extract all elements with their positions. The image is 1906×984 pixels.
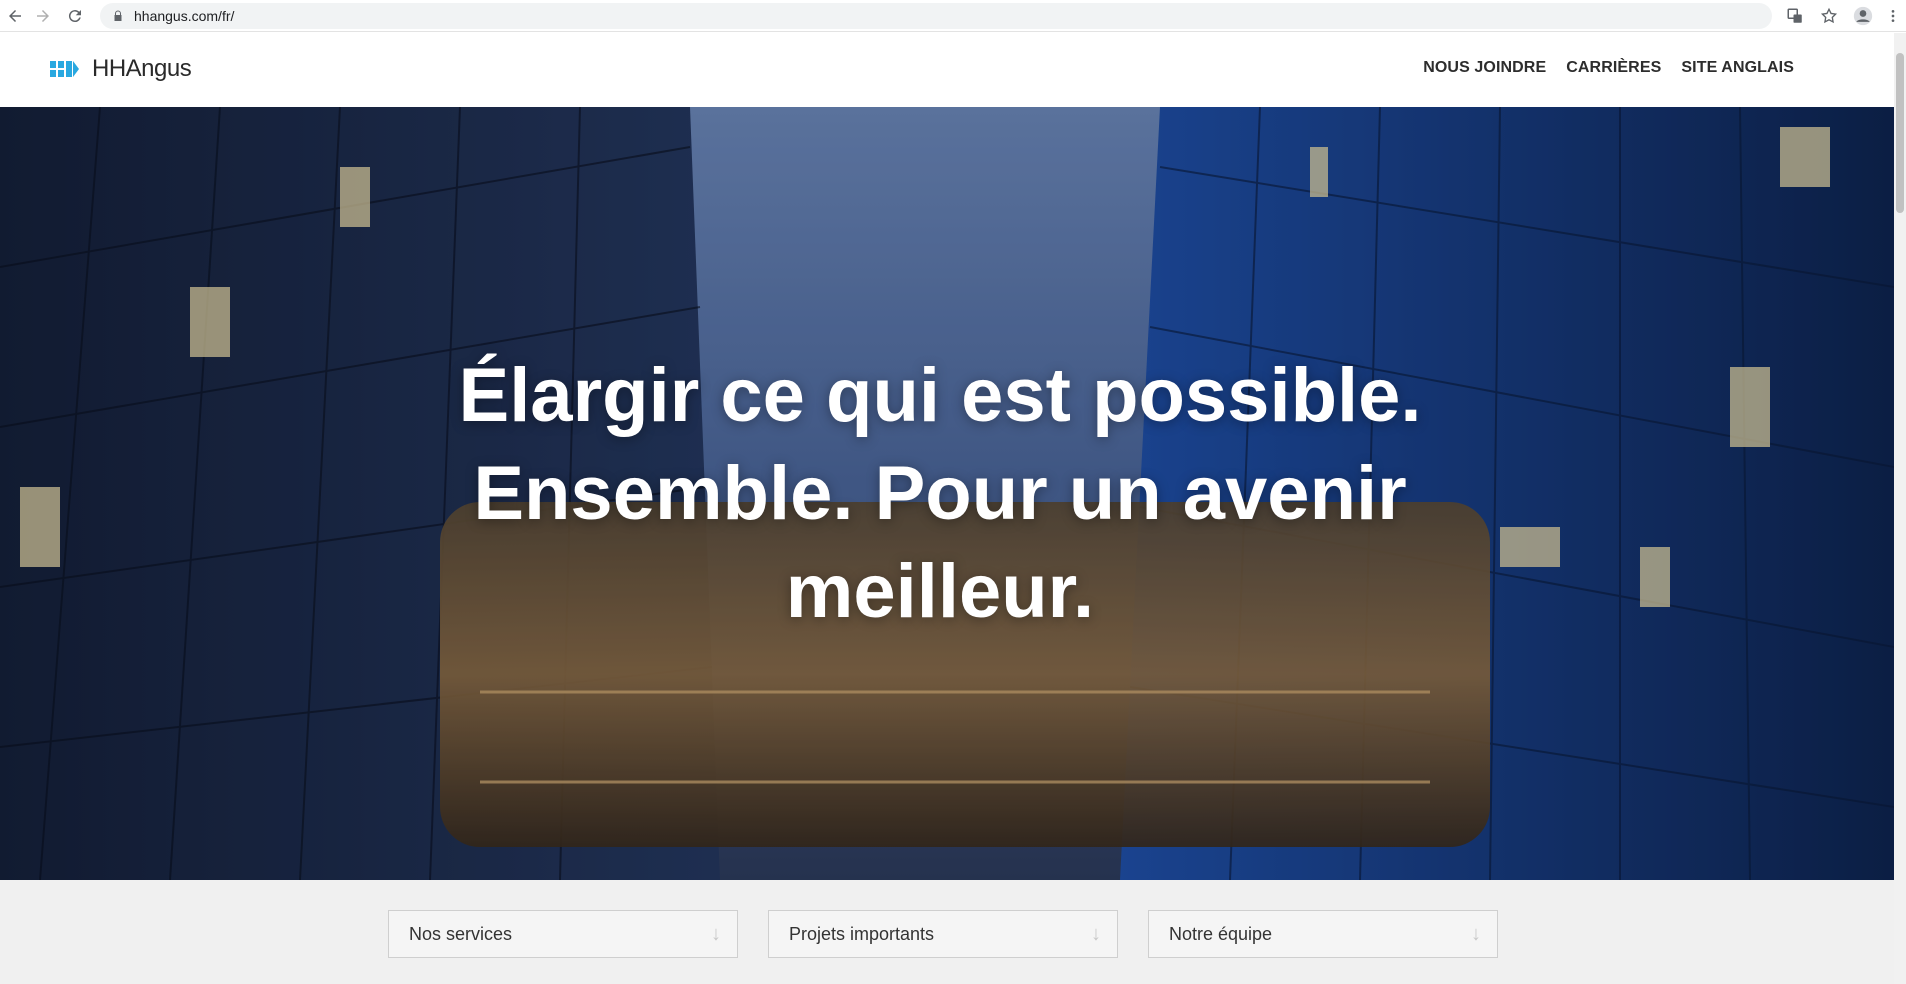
logo-mark-icon — [50, 61, 79, 77]
quicklink-label: Notre équipe — [1169, 923, 1273, 944]
quicklinks-bar: Nos services ↓ Projets importants ↓ Notr… — [0, 880, 1894, 984]
forward-button[interactable] — [28, 1, 58, 31]
arrow-down-icon: ↓ — [1471, 923, 1481, 945]
hero-headline-line: Ensemble. Pour un avenir — [473, 451, 1407, 536]
hero-headline: Élargir ce qui est possible. Ensemble. P… — [430, 347, 1450, 641]
translate-button[interactable] — [1778, 0, 1812, 32]
site-header: HHAngus NOUS JOINDRE CARRIÈRES SITE ANGL… — [0, 33, 1894, 107]
star-icon — [1820, 7, 1838, 24]
forward-arrow-icon — [37, 10, 49, 22]
arrow-down-icon: ↓ — [1091, 923, 1101, 945]
page-scrollbar[interactable] — [1894, 33, 1906, 984]
nav-contact-link[interactable]: NOUS JOINDRE — [1423, 59, 1546, 77]
main-nav: NOUS JOINDRE CARRIÈRES SITE ANGLAIS — [1423, 59, 1794, 77]
back-button[interactable] — [0, 1, 30, 31]
quicklink-label: Projets importants — [789, 923, 935, 944]
reload-icon — [68, 10, 81, 23]
hero-banner: Élargir ce qui est possible. Ensemble. P… — [0, 107, 1894, 880]
quicklink-projects[interactable]: Projets importants ↓ — [768, 910, 1118, 958]
quicklink-team[interactable]: Notre équipe ↓ — [1148, 910, 1498, 958]
back-arrow-icon — [9, 10, 21, 22]
lock-icon — [114, 10, 122, 21]
nav-careers-link[interactable]: CARRIÈRES — [1566, 59, 1661, 77]
translate-icon — [1787, 8, 1802, 23]
nav-english-site-link[interactable]: SITE ANGLAIS — [1681, 59, 1794, 77]
browser-toolbar: hhangus.com/fr/ — [0, 0, 1906, 32]
logo-text: HHAngus — [92, 55, 192, 82]
profile-button[interactable] — [1846, 0, 1880, 32]
quicklink-services[interactable]: Nos services ↓ — [388, 910, 738, 958]
logo[interactable]: HHAngus — [50, 55, 192, 83]
bookmark-button[interactable] — [1812, 0, 1846, 32]
address-bar[interactable]: hhangus.com/fr/ — [100, 3, 1772, 29]
hero-headline-line: meilleur. — [785, 549, 1095, 634]
hero-headline-line: Élargir ce qui est possible. — [458, 353, 1422, 438]
scrollbar-thumb[interactable] — [1896, 53, 1904, 213]
arrow-down-icon: ↓ — [711, 923, 721, 945]
account-icon — [1853, 6, 1873, 26]
menu-button[interactable] — [1880, 0, 1906, 32]
url-text: hhangus.com/fr/ — [134, 8, 235, 24]
reload-button[interactable] — [60, 1, 90, 31]
quicklink-label: Nos services — [409, 923, 513, 944]
kebab-menu-icon — [1891, 10, 1895, 22]
